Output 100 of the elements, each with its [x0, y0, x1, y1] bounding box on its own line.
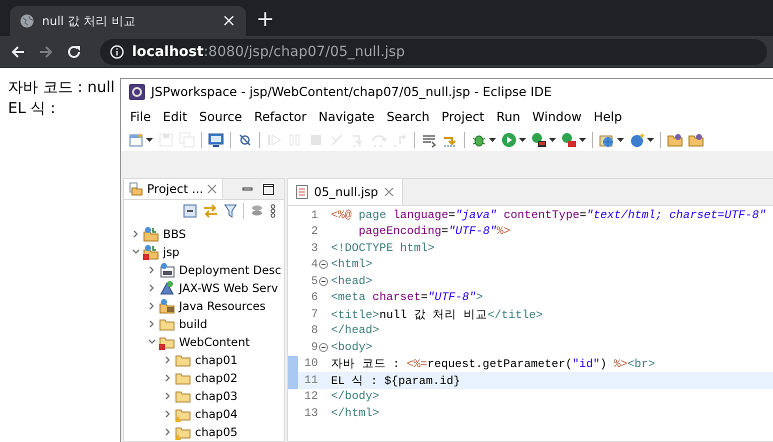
right-arrow-icon [38, 44, 54, 60]
code-line: <html> [331, 258, 372, 272]
line-number: 2 [310, 225, 318, 238]
save-all-icon [179, 132, 195, 148]
monitor-icon [208, 132, 224, 148]
globe-icon [20, 14, 34, 28]
tree-item[interactable]: Deployment Desc [140, 261, 284, 279]
tree-item[interactable]: jsp [124, 243, 284, 261]
caret-icon [519, 138, 526, 142]
code-line: <%@ page language="java" contentType="text/html; charset=UTF-8" [331, 208, 766, 222]
chevron-right-icon[interactable] [164, 374, 172, 382]
code-line: 자바 코드 : <%=request.getParameter("id") %><br> [331, 357, 656, 372]
collapse-icon[interactable] [319, 260, 328, 270]
tree-item[interactable]: chap03 [156, 387, 284, 405]
tree-item[interactable]: chap04 [156, 405, 284, 423]
tree-item[interactable]: JAX-WS Web Serv [140, 279, 284, 297]
tab-title: null 값 처리 비교 [42, 12, 136, 30]
code-line: </head> [331, 324, 380, 338]
menu-item[interactable]: Help [588, 108, 628, 124]
toolbar-button[interactable] [560, 132, 587, 148]
toolbar-button[interactable] [530, 132, 557, 148]
line-number: 11 [303, 374, 318, 387]
close-icon[interactable] [207, 184, 218, 194]
chevron-right-icon[interactable] [164, 428, 172, 436]
caret-icon [549, 138, 556, 142]
menu-item[interactable]: Refactor [248, 108, 313, 124]
caret-icon [579, 138, 586, 142]
chevron-right-icon[interactable] [164, 392, 172, 400]
chevron-right-icon[interactable] [164, 410, 172, 418]
back-button[interactable] [10, 44, 26, 60]
address-bar[interactable]: localhost:8080/jsp/chap07/05_null.jsp [100, 39, 767, 65]
filter-icon[interactable] [224, 204, 237, 218]
step-return-icon [392, 132, 408, 148]
new-window-icon [128, 132, 144, 148]
tree-item[interactable]: BBS [124, 225, 284, 243]
info-icon [110, 45, 124, 59]
close-icon[interactable] [384, 187, 394, 197]
tree-item[interactable]: chap01 [156, 351, 284, 369]
line-number: 12 [303, 390, 318, 404]
close-tab-button[interactable]: × [222, 11, 236, 31]
panel-tab[interactable]: Project ... [124, 179, 224, 200]
code-line: <title>null 값 처리 비교</title> [331, 308, 543, 322]
toolbar-button[interactable] [127, 132, 154, 148]
chevron-down-icon[interactable] [148, 338, 156, 346]
code-line: <body> [331, 340, 372, 354]
new-tab-button[interactable]: + [256, 7, 274, 36]
chevron-right-icon[interactable] [148, 266, 156, 274]
reload-icon [66, 44, 82, 60]
line-number: 1 [310, 208, 318, 222]
chevron-right-icon[interactable] [148, 320, 156, 328]
caret-icon [617, 138, 624, 142]
caret-icon [146, 138, 153, 142]
code-line: </html> [331, 406, 380, 420]
editor-tab[interactable]: 05_null.jsp [288, 179, 404, 205]
toolbar-button[interactable] [628, 132, 655, 148]
window-title: JSPworkspace - jsp/WebContent/chap07/05_null.jsp - Eclipse IDE [151, 84, 552, 99]
line-number: 6 [310, 291, 318, 304]
database-icon[interactable] [250, 204, 264, 218]
line-number: 13 [303, 406, 318, 420]
collapse-all-icon[interactable] [183, 204, 197, 218]
line-number: 10 [303, 357, 318, 370]
tree-item[interactable]: chap05 [156, 423, 284, 441]
left-arrow-icon [10, 44, 26, 60]
line-number: 5 [310, 274, 318, 288]
save-icon [158, 132, 174, 148]
menu-item[interactable]: File [124, 108, 157, 124]
menu-item[interactable]: Window [526, 108, 588, 124]
caret-icon [489, 138, 496, 142]
chevron-right-icon[interactable] [132, 230, 140, 238]
line-number: 3 [310, 242, 318, 255]
line-number: 7 [310, 308, 318, 321]
menu-item[interactable]: Search [380, 108, 436, 124]
tree-item[interactable]: build [140, 315, 284, 333]
code-line: </body> [331, 390, 380, 404]
toolbar-button[interactable] [500, 132, 527, 148]
menu-item[interactable]: Project [436, 108, 490, 124]
sync-arrows-icon[interactable] [203, 204, 218, 218]
page-text: 자바 코드 : null [8, 78, 115, 97]
chevron-right-icon[interactable] [148, 284, 156, 292]
browser-tab[interactable]: null 값 처리 비교 × [10, 6, 246, 36]
toolbar-button[interactable] [207, 132, 225, 148]
tree-item[interactable]: Java Resources [140, 297, 284, 315]
more-options-icon[interactable] [270, 204, 276, 218]
collapse-icon[interactable] [319, 342, 328, 352]
menu-item[interactable]: Edit [156, 108, 194, 124]
menu-item[interactable]: Navigate [312, 108, 381, 124]
line-number: 8 [310, 324, 318, 338]
chevron-down-icon[interactable] [132, 248, 140, 256]
reload-button[interactable] [66, 44, 82, 60]
caret-icon [647, 138, 654, 142]
code-line: EL 식 : ${param.id} [331, 374, 460, 388]
menu-item[interactable]: Source [193, 108, 248, 124]
menu-item[interactable]: Run [490, 108, 526, 124]
chevron-right-icon[interactable] [148, 302, 156, 310]
collapse-icon[interactable] [319, 276, 328, 286]
maximize-icon[interactable] [263, 184, 274, 195]
breakpoint-icon [237, 132, 253, 148]
chevron-right-icon[interactable] [164, 356, 172, 364]
tree-item[interactable]: WebContent [140, 333, 284, 351]
tree-item[interactable]: chap02 [156, 369, 284, 387]
